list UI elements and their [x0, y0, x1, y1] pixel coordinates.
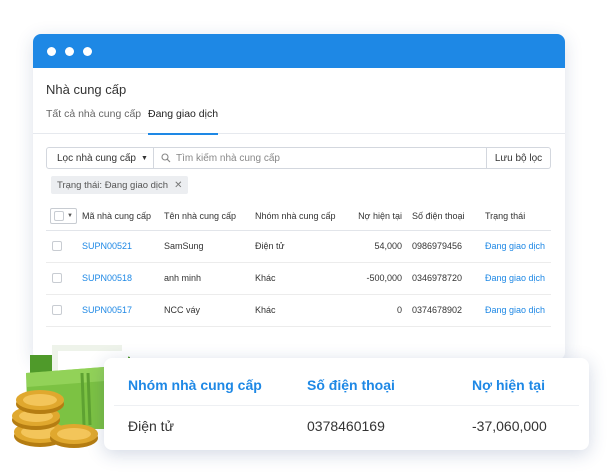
tab-bar: Tất cả nhà cung cấp Đang giao dịch	[33, 104, 565, 135]
supplier-group: Điện tử	[255, 230, 342, 263]
supplier-name: anh minh	[164, 262, 255, 295]
window-dot-icon[interactable]	[83, 46, 92, 56]
supplier-code-link[interactable]: SUPN00518	[82, 262, 164, 295]
supplier-debt: 0	[342, 294, 412, 327]
tab-trading[interactable]: Đang giao dịch	[148, 108, 219, 135]
table-row[interactable]: SUPN00521 SamSung Điện tử 54,000 0986979…	[46, 230, 551, 263]
save-filter-button[interactable]: Lưu bộ lọc	[487, 147, 551, 169]
row-checkbox-cell	[46, 294, 82, 327]
status-filter-chip: Trạng thái: Đang giao dịch ✕	[51, 176, 189, 194]
supplier-debt: 54,000	[342, 230, 412, 263]
row-checkbox[interactable]	[52, 273, 62, 284]
supplier-phone: 0986979456	[412, 230, 485, 263]
table-row[interactable]: SUPN00517 NCC váy Khác 0 0374678902 Đang…	[46, 294, 551, 327]
select-all-cell: ▼	[46, 202, 82, 231]
row-checkbox[interactable]	[52, 241, 62, 252]
window-dot-icon[interactable]	[65, 46, 74, 56]
supplier-code-link[interactable]: SUPN00521	[82, 230, 164, 263]
search-input[interactable]	[176, 152, 466, 164]
highlight-header-debt: Nợ hiện tại	[472, 377, 545, 393]
window-dot-icon[interactable]	[47, 46, 56, 56]
column-header-debt[interactable]: Nợ hiện tại	[342, 202, 412, 231]
filter-bar: Lọc nhà cung cấp ▼ Lưu bộ lọc	[46, 147, 551, 169]
supplier-phone: 0374678902	[412, 294, 485, 327]
column-header-phone[interactable]: Số điện thoại	[412, 202, 485, 231]
supplier-group: Khác	[255, 262, 342, 295]
search-icon	[161, 153, 171, 163]
column-header-status[interactable]: Trạng thái	[485, 202, 551, 231]
highlight-header-group: Nhóm nhà cung cấp	[128, 377, 262, 393]
coins-icon	[12, 390, 98, 448]
highlight-value-phone: 0378460169	[307, 418, 385, 434]
highlight-value-group: Điện tử	[128, 418, 174, 434]
supplier-filter-dropdown[interactable]: Lọc nhà cung cấp ▼	[46, 147, 154, 169]
supplier-table: ▼ Mã nhà cung cấp Tên nhà cung cấp Nhóm …	[46, 202, 551, 327]
filter-dropdown-label: Lọc nhà cung cấp	[57, 152, 136, 164]
caret-down-icon: ▼	[67, 212, 73, 219]
page-title: Nhà cung cấp	[46, 82, 127, 97]
supplier-code-link[interactable]: SUPN00517	[82, 294, 164, 327]
supplier-window: Nhà cung cấp Tất cả nhà cung cấp Đang gi…	[33, 34, 565, 360]
highlight-divider	[114, 405, 579, 406]
row-checkbox-cell	[46, 262, 82, 295]
supplier-status[interactable]: Đang giao dịch	[485, 262, 551, 295]
status-filter-chip-label: Trạng thái: Đang giao dịch	[57, 179, 169, 191]
search-box	[154, 147, 487, 169]
row-checkbox-cell	[46, 230, 82, 263]
table-header-row: ▼ Mã nhà cung cấp Tên nhà cung cấp Nhóm …	[46, 202, 551, 231]
column-header-code[interactable]: Mã nhà cung cấp	[82, 202, 164, 231]
supplier-name: SamSung	[164, 230, 255, 263]
window-titlebar	[33, 34, 565, 68]
highlight-value-debt: -37,060,000	[472, 418, 547, 434]
tab-all-suppliers[interactable]: Tất cả nhà cung cấp	[46, 108, 141, 134]
column-header-group[interactable]: Nhóm nhà cung cấp	[255, 202, 342, 231]
supplier-name: NCC váy	[164, 294, 255, 327]
supplier-phone: 0346978720	[412, 262, 485, 295]
supplier-status[interactable]: Đang giao dịch	[485, 294, 551, 327]
caret-down-icon: ▼	[140, 154, 148, 162]
supplier-group: Khác	[255, 294, 342, 327]
checkbox-icon	[54, 210, 64, 221]
column-header-name[interactable]: Tên nhà cung cấp	[164, 202, 255, 231]
supplier-status[interactable]: Đang giao dịch	[485, 230, 551, 263]
highlight-header-phone: Số điện thoại	[307, 377, 395, 393]
table-row[interactable]: SUPN00518 anh minh Khác -500,000 0346978…	[46, 262, 551, 295]
supplier-debt: -500,000	[342, 262, 412, 295]
highlight-card: Nhóm nhà cung cấp Số điện thoại Nợ hiện …	[104, 358, 589, 450]
select-all-checkbox[interactable]: ▼	[50, 207, 77, 224]
close-icon[interactable]: ✕	[174, 180, 182, 191]
row-checkbox[interactable]	[52, 305, 62, 316]
